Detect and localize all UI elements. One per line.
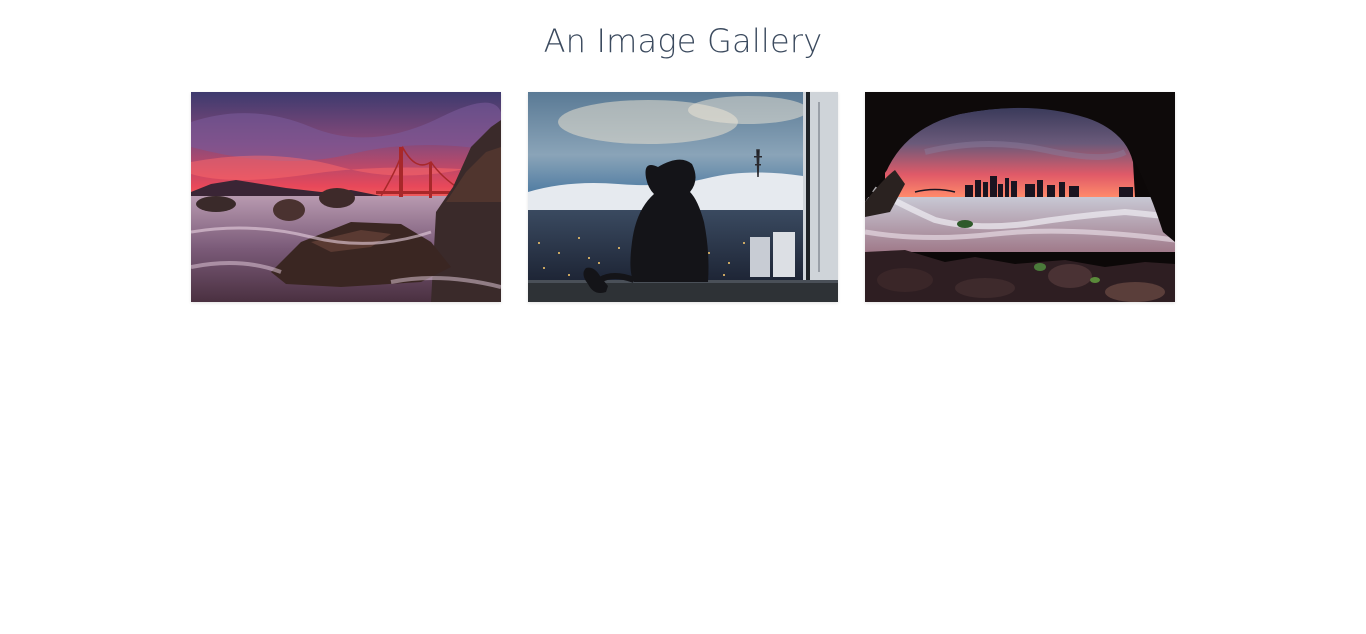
image-gallery bbox=[191, 92, 1175, 302]
gallery-image-1[interactable] bbox=[191, 92, 501, 302]
window-city-photo bbox=[528, 92, 838, 302]
gallery-image-3[interactable] bbox=[865, 92, 1175, 302]
sunset-bridge-photo bbox=[191, 92, 501, 302]
cave-skyline-photo bbox=[865, 92, 1175, 302]
page-title: An Image Gallery bbox=[543, 22, 823, 60]
gallery-image-2[interactable] bbox=[528, 92, 838, 302]
